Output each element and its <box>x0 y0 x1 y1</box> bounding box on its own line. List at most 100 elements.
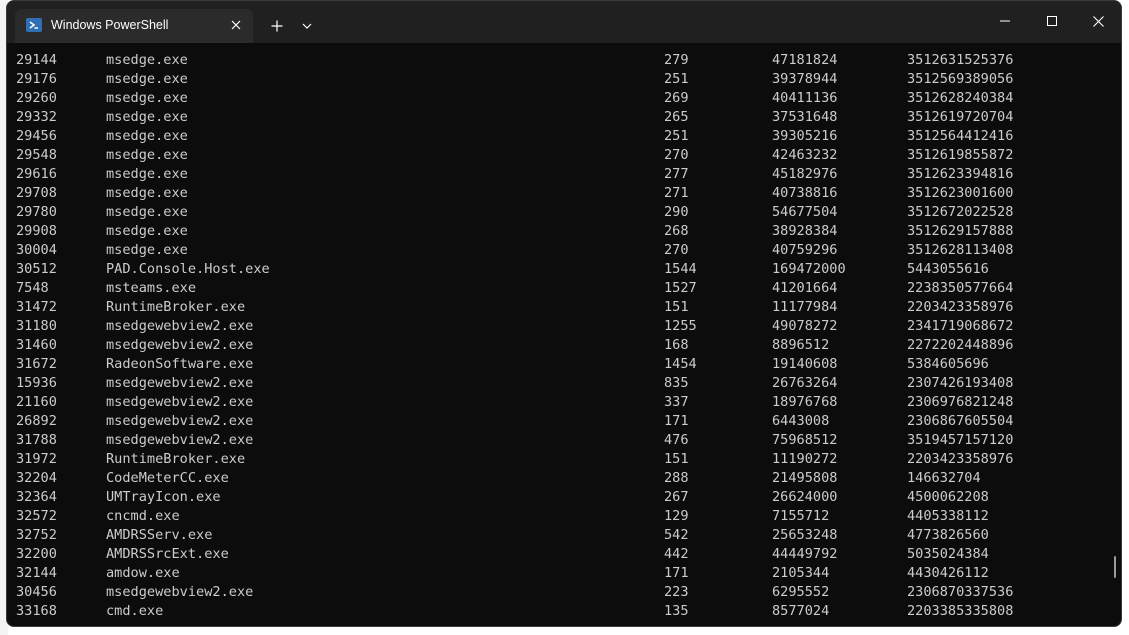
process-id: 32144 <box>16 565 57 581</box>
process-working-set: 39305216 <box>772 128 838 144</box>
process-name: msedgewebview2.exe <box>106 584 254 600</box>
table-row: 30456 msedgewebview2.exe 223 6295552 2306870… <box>16 583 1096 602</box>
process-virtual-memory: 2307426193408 <box>907 375 1014 391</box>
process-id: 30004 <box>16 242 57 258</box>
process-working-set: 6443008 <box>772 413 830 429</box>
table-row: 29144 msedge.exe 279 47181824 3512631525376 <box>16 51 1096 70</box>
process-id: 29616 <box>16 166 57 182</box>
process-handles: 1454 <box>664 356 697 372</box>
scrollbar[interactable] <box>1109 43 1121 626</box>
process-handles: 265 <box>664 109 689 125</box>
new-tab-button[interactable] <box>264 13 290 39</box>
title-bar[interactable]: Windows PowerShell <box>7 1 1121 43</box>
process-handles: 277 <box>664 166 689 182</box>
minimize-button[interactable] <box>982 1 1028 41</box>
process-id: 29908 <box>16 223 57 239</box>
process-working-set: 2105344 <box>772 565 830 581</box>
process-name: CodeMeterCC.exe <box>106 470 229 486</box>
process-name: msedge.exe <box>106 147 188 163</box>
process-id: 32752 <box>16 527 57 543</box>
process-handles: 442 <box>664 546 689 562</box>
process-virtual-memory: 3512628113408 <box>907 242 1014 258</box>
process-virtual-memory: 2272202448896 <box>907 337 1014 353</box>
scrollbar-thumb[interactable] <box>1114 556 1116 578</box>
process-working-set: 38928384 <box>772 223 838 239</box>
process-virtual-memory: 3512569389056 <box>907 71 1014 87</box>
process-id: 31460 <box>16 337 57 353</box>
process-name: msedge.exe <box>106 71 188 87</box>
process-handles: 1544 <box>664 261 697 277</box>
process-id: 29260 <box>16 90 57 106</box>
process-name: UMTrayIcon.exe <box>106 489 221 505</box>
process-virtual-memory: 4500062208 <box>907 489 989 505</box>
process-virtual-memory: 3512628240384 <box>907 90 1014 106</box>
table-row: 31460 msedgewebview2.exe 168 8896512 2272202… <box>16 336 1096 355</box>
process-handles: 268 <box>664 223 689 239</box>
process-virtual-memory: 4773826560 <box>907 527 989 543</box>
process-handles: 290 <box>664 204 689 220</box>
process-id: 30456 <box>16 584 57 600</box>
terminal-window: Windows PowerShell 29144 msedge.exe 279 … <box>6 0 1122 627</box>
process-working-set: 19140608 <box>772 356 838 372</box>
process-virtual-memory: 2203423358976 <box>907 299 1014 315</box>
table-row: 32200 AMDRSSrcExt.exe 442 44449792 503502438… <box>16 545 1096 564</box>
process-virtual-memory: 2306870337536 <box>907 584 1014 600</box>
process-name: msedge.exe <box>106 109 188 125</box>
process-handles: 151 <box>664 451 689 467</box>
process-handles: 251 <box>664 71 689 87</box>
chevron-down-icon <box>302 23 312 29</box>
process-handles: 337 <box>664 394 689 410</box>
table-row: 15936 msedgewebview2.exe 835 26763264 230742… <box>16 374 1096 393</box>
process-handles: 476 <box>664 432 689 448</box>
process-handles: 269 <box>664 90 689 106</box>
table-row: 31672 RadeonSoftware.exe 1454 19140608 53846… <box>16 355 1096 374</box>
process-id: 29780 <box>16 204 57 220</box>
process-handles: 135 <box>664 603 689 619</box>
maximize-button[interactable] <box>1029 1 1075 41</box>
process-virtual-memory: 2306976821248 <box>907 394 1014 410</box>
process-handles: 223 <box>664 584 689 600</box>
process-handles: 270 <box>664 242 689 258</box>
tab-windows-powershell[interactable]: Windows PowerShell <box>15 9 253 43</box>
process-working-set: 8896512 <box>772 337 830 353</box>
process-id: 31672 <box>16 356 57 372</box>
process-id: 31472 <box>16 299 57 315</box>
process-handles: 171 <box>664 413 689 429</box>
process-id: 15936 <box>16 375 57 391</box>
process-name: RuntimeBroker.exe <box>106 299 246 315</box>
process-working-set: 42463232 <box>772 147 838 163</box>
maximize-icon <box>1047 16 1057 26</box>
process-name: msedgewebview2.exe <box>106 413 254 429</box>
process-virtual-memory: 3512631525376 <box>907 52 1014 68</box>
process-id: 32200 <box>16 546 57 562</box>
tab-dropdown-button[interactable] <box>295 13 319 39</box>
powershell-icon <box>26 18 42 32</box>
process-handles: 542 <box>664 527 689 543</box>
process-working-set: 7155712 <box>772 508 830 524</box>
process-virtual-memory: 3512623001600 <box>907 185 1014 201</box>
process-id: 29548 <box>16 147 57 163</box>
process-name: msedge.exe <box>106 185 188 201</box>
process-virtual-memory: 3512619855872 <box>907 147 1014 163</box>
process-virtual-memory: 3512619720704 <box>907 109 1014 125</box>
table-row: 32364 UMTrayIcon.exe 267 26624000 4500062208 <box>16 488 1096 507</box>
terminal-output[interactable]: 29144 msedge.exe 279 47181824 3512631525376 2… <box>7 43 1121 626</box>
process-virtual-memory: 3512629157888 <box>907 223 1014 239</box>
process-virtual-memory: 2203423358976 <box>907 451 1014 467</box>
process-name: msedge.exe <box>106 204 188 220</box>
process-virtual-memory: 3512564412416 <box>907 128 1014 144</box>
close-icon <box>231 20 241 30</box>
table-row: 31972 RuntimeBroker.exe 151 11190272 2203423… <box>16 450 1096 469</box>
table-row: 33168 cmd.exe 135 8577024 2203385335808 <box>16 602 1096 621</box>
process-handles: 251 <box>664 128 689 144</box>
table-row: 32144 amdow.exe 171 2105344 4430426112 <box>16 564 1096 583</box>
close-window-button[interactable] <box>1075 1 1121 41</box>
process-name: msedgewebview2.exe <box>106 318 254 334</box>
table-row: 29332 msedge.exe 265 37531648 3512619720704 <box>16 108 1096 127</box>
process-working-set: 26763264 <box>772 375 838 391</box>
process-working-set: 44449792 <box>772 546 838 562</box>
process-name: cmd.exe <box>106 603 164 619</box>
process-working-set: 47181824 <box>772 52 838 68</box>
process-virtual-memory: 2341719068672 <box>907 318 1014 334</box>
close-tab-button[interactable] <box>225 14 247 36</box>
